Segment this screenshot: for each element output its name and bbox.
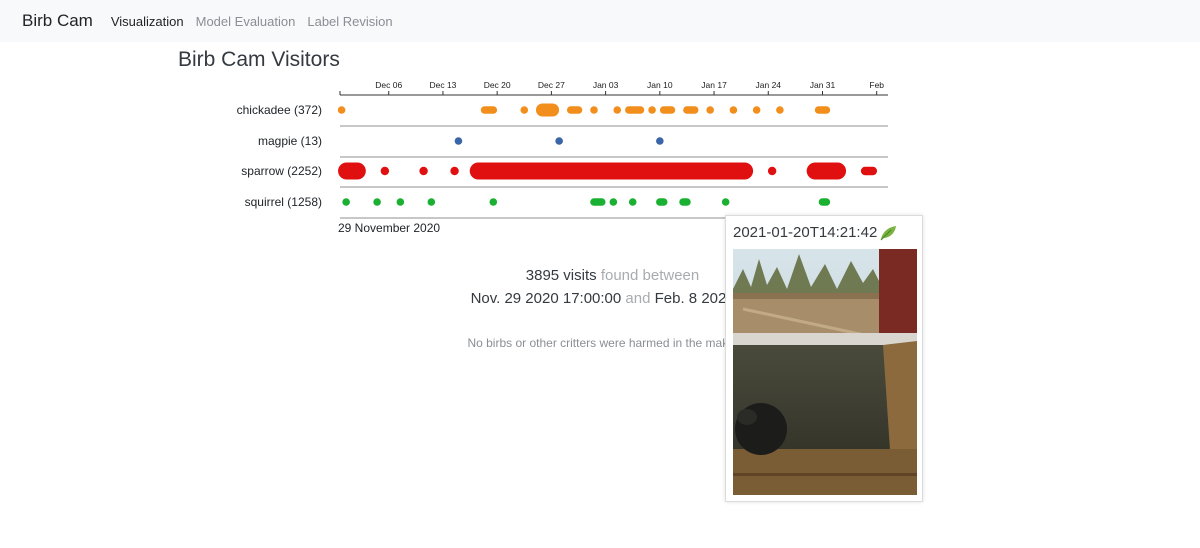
visit-count: 3895 visits <box>525 267 597 284</box>
squirrel-visit-point <box>609 198 618 206</box>
x-tick-label: Dec 20 <box>484 80 511 90</box>
chickadee-visit-point <box>520 106 529 114</box>
range-and-text: and <box>625 290 651 307</box>
chickadee-visit-cluster <box>683 106 699 114</box>
x-tick-label: Dec 13 <box>429 80 456 90</box>
squirrel-visit-point <box>342 198 350 206</box>
chickadee-visit-cluster <box>814 106 831 114</box>
squirrel-visit-point <box>721 198 730 206</box>
squirrel-visit-point <box>396 198 405 206</box>
found-between-text: found between <box>600 267 700 284</box>
popup-timestamp: 2021-01-20T14:21:42 <box>733 224 878 241</box>
chickadee-visit-cluster <box>625 106 645 114</box>
row-label-magpie: magpie (13) <box>258 134 322 148</box>
camera-snapshot-image[interactable] <box>733 249 917 495</box>
squirrel-visit-point <box>628 198 637 206</box>
chickadee-visit-cluster <box>659 106 676 114</box>
x-tick-label: Feb <box>869 80 884 90</box>
x-tick-label: Jan 17 <box>701 80 727 90</box>
start-date-label: 29 November 2020 <box>338 221 441 235</box>
row-label-chickadee: chickadee (372) <box>237 103 322 117</box>
sparrow-visit-cluster <box>806 162 847 180</box>
squirrel-visit-cluster <box>679 198 691 206</box>
sparrow-visit-point <box>380 166 390 176</box>
sparrow-visit-point <box>419 166 428 176</box>
row-label-sparrow: sparrow (2252) <box>241 164 322 178</box>
sparrow-visit-point <box>450 166 459 176</box>
squirrel-visit-cluster <box>818 198 831 206</box>
x-tick-label: Jan 10 <box>647 80 673 90</box>
squirrel-visit-point <box>427 198 436 206</box>
magpie-visit-point <box>454 137 463 145</box>
chickadee-visit-point <box>337 106 346 114</box>
squirrel-visit-point <box>489 198 498 206</box>
leaf-icon <box>879 225 897 246</box>
chickadee-visit-cluster <box>566 106 583 114</box>
sparrow-visit-cluster <box>469 162 754 180</box>
x-tick-label: Jan 03 <box>593 80 619 90</box>
chickadee-visit-point <box>613 106 622 114</box>
chickadee-visit-point <box>648 106 656 114</box>
x-tick-label: Dec 06 <box>375 80 402 90</box>
row-label-squirrel: squirrel (1258) <box>245 195 322 209</box>
chickadee-visit-cluster <box>480 106 498 114</box>
sparrow-visit-cluster <box>860 166 878 176</box>
chickadee-visit-cluster <box>535 103 560 117</box>
chickadee-visit-point <box>590 106 598 114</box>
range-start: Nov. 29 2020 17:00:00 <box>470 290 622 307</box>
x-tick-label: Jan 31 <box>810 80 836 90</box>
sparrow-visit-cluster <box>338 162 366 180</box>
squirrel-visit-cluster <box>656 198 668 206</box>
magpie-visit-point <box>555 137 563 145</box>
chickadee-visit-point <box>776 106 784 114</box>
chickadee-visit-point <box>706 106 714 114</box>
magpie-visit-point <box>656 137 664 145</box>
chickadee-visit-point <box>752 106 761 114</box>
chickadee-visit-point <box>729 106 738 114</box>
squirrel-visit-point <box>373 198 381 206</box>
x-tick-label: Dec 27 <box>538 80 565 90</box>
sparrow-visit-point <box>767 166 777 176</box>
squirrel-visit-cluster <box>590 198 606 206</box>
x-tick-label: Jan 24 <box>756 80 782 90</box>
visit-preview-popup: 2021-01-20T14:21:42 <box>725 215 923 502</box>
